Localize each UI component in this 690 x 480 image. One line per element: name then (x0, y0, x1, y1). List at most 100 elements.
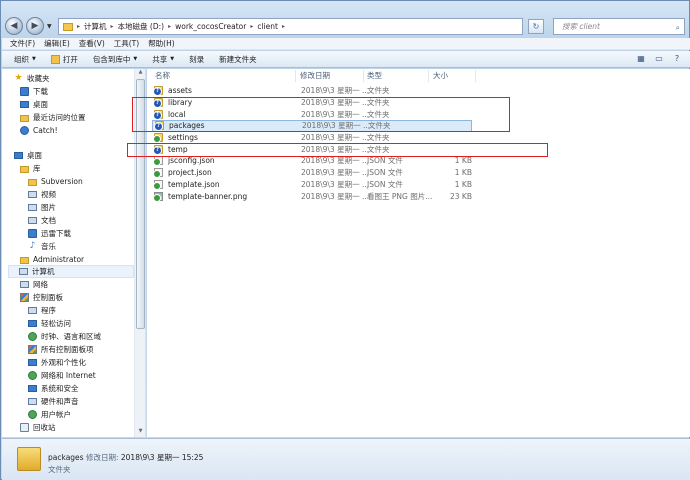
column-name[interactable]: 名称 (155, 69, 170, 82)
nav-recent[interactable]: 最近访问的位置 (20, 111, 145, 124)
breadcrumb-project[interactable]: work_cocosCreator (175, 22, 246, 31)
search-icon[interactable]: ⌕ (676, 20, 680, 35)
thunder-download-icon (28, 229, 37, 238)
view-options-icon[interactable]: ▦ (634, 53, 648, 65)
breadcrumb-computer[interactable]: 计算机 (84, 21, 107, 32)
file-date: 2018\9\3 星期一 ... (301, 133, 370, 143)
column-divider[interactable] (428, 70, 429, 82)
menu-edit[interactable]: 编辑(E) (44, 38, 70, 49)
nav-label: Catch! (33, 126, 58, 135)
menu-tools[interactable]: 工具(T) (114, 38, 139, 49)
open-label: 打开 (62, 54, 78, 64)
nav-desktop-fav[interactable]: 桌面 (20, 98, 145, 111)
nav-label: 最近访问的位置 (33, 113, 86, 122)
user-icon (28, 410, 37, 419)
history-dropdown-icon[interactable]: ▼ (47, 23, 55, 31)
forward-button[interactable]: ▶ (26, 17, 44, 35)
column-size[interactable]: 大小 (433, 69, 448, 82)
include-library-label: 包含到库中 (92, 54, 131, 64)
include-library-button[interactable]: 包含到库中 ▼ (93, 54, 137, 65)
nav-label: 时钟、语言和区域 (41, 332, 101, 341)
search-input[interactable]: 搜索 client ⌕ (553, 18, 685, 35)
chevron-right-icon: ▸ (281, 23, 285, 30)
breadcrumb-client[interactable]: client (257, 22, 278, 31)
menu-view[interactable]: 查看(V) (79, 38, 105, 49)
nav-hardware-sound[interactable]: 硬件和声音 (28, 395, 145, 408)
library-icon (20, 165, 29, 173)
back-button[interactable]: ◀ (5, 17, 23, 35)
folder-open-icon (50, 54, 60, 64)
file-size: 1 KB (454, 156, 472, 166)
nav-network[interactable]: 网络 (20, 278, 145, 291)
column-type[interactable]: 类型 (367, 69, 382, 82)
nav-label: 程序 (41, 306, 56, 315)
scroll-down-icon[interactable]: ▼ (135, 428, 145, 437)
column-divider[interactable] (475, 70, 476, 82)
nav-libraries[interactable]: 库 (20, 162, 145, 175)
nav-appearance[interactable]: 外观和个性化 (28, 356, 145, 369)
navigation-pane: ★ 收藏夹 下载 桌面 最近访问的位置 Catch! 桌面 库 Subversio… (2, 69, 146, 437)
nav-label: 图片 (41, 203, 56, 212)
column-divider[interactable] (295, 70, 296, 82)
nav-programs[interactable]: 程序 (28, 304, 145, 317)
nav-label: 网络和 Internet (41, 371, 96, 380)
nav-music[interactable]: ♪ 音乐 (28, 240, 145, 253)
refresh-button[interactable]: ↻ (528, 19, 544, 34)
nav-desktop[interactable]: 桌面 (14, 149, 145, 162)
file-type: JSON 文件 (367, 156, 403, 166)
breadcrumb-drive[interactable]: 本地磁盘 (D:) (118, 21, 165, 32)
nav-label: 收藏夹 (27, 74, 50, 83)
address-bar[interactable]: ▸ 计算机 ▸ 本地磁盘 (D:) ▸ work_cocosCreator ▸ … (58, 18, 523, 35)
nav-documents[interactable]: 文档 (28, 214, 145, 227)
address-row: ◀ ▶ ▼ ▸ 计算机 ▸ 本地磁盘 (D:) ▸ work_cocosCrea… (5, 15, 687, 37)
caret-down-icon: ▼ (170, 56, 175, 62)
open-button[interactable]: 打开 (50, 54, 78, 65)
desktop-icon (20, 101, 29, 108)
nav-system-security[interactable]: 系统和安全 (28, 382, 145, 395)
nav-downloads[interactable]: 下载 (20, 85, 145, 98)
file-row[interactable]: project.json 2018\9\3 星期一 ... JSON 文件 1 KB (152, 167, 472, 179)
menu-help[interactable]: 帮助(H) (148, 38, 175, 49)
file-row[interactable]: template.json 2018\9\3 星期一 ... JSON 文件 1 KB (152, 179, 472, 191)
nav-label: 外观和个性化 (41, 358, 86, 367)
menu-file[interactable]: 文件(F) (10, 38, 35, 49)
nav-computer[interactable]: 计算机 (8, 265, 134, 278)
share-button[interactable]: 共享 ▼ (152, 54, 174, 65)
file-date: 2018\9\3 星期一 ... (301, 168, 370, 178)
file-list-pane: 名称 修改日期 类型 大小 assets2018\9\3 星期一 ...文件夹l… (127, 69, 690, 437)
file-row[interactable]: assets 2018\9\3 星期一 ...文件夹 (152, 85, 472, 97)
preview-pane-icon[interactable]: ▭ (652, 53, 666, 65)
nav-clock-region[interactable]: 时钟、语言和区域 (28, 330, 145, 343)
nav-pictures[interactable]: 图片 (28, 201, 145, 214)
scroll-up-icon[interactable]: ▲ (135, 69, 145, 78)
column-date[interactable]: 修改日期 (300, 69, 330, 82)
nav-label: 文档 (41, 216, 56, 225)
nav-label: 所有控制面板项 (41, 345, 94, 354)
shield-icon (28, 385, 37, 392)
nav-control-panel[interactable]: 控制面板 (20, 291, 145, 304)
nav-network-internet[interactable]: 网络和 Internet (28, 369, 145, 382)
details-pane: packages 修改日期: 2018\9\3 星期一 15:25 文件夹 (2, 438, 690, 480)
column-divider[interactable] (363, 70, 364, 82)
burn-button[interactable]: 刻录 (189, 54, 204, 65)
nav-recycle-bin[interactable]: 回收站 (20, 421, 145, 434)
nav-all-control-panel[interactable]: 所有控制面板项 (28, 343, 145, 356)
chevron-right-icon: ▸ (77, 23, 81, 30)
organize-button[interactable]: 组织 ▼ (14, 54, 36, 65)
nav-ease-of-access[interactable]: 轻松访问 (28, 317, 145, 330)
nav-videos[interactable]: 视频 (28, 188, 145, 201)
nav-favorites[interactable]: ★ 收藏夹 (14, 72, 145, 85)
nav-label: 桌面 (33, 100, 48, 109)
download-folder-icon (20, 87, 29, 96)
help-icon[interactable]: ? (670, 53, 684, 65)
nav-catch[interactable]: Catch! (20, 124, 145, 137)
nav-subversion[interactable]: Subversion (28, 175, 145, 188)
file-row[interactable]: settings 2018\9\3 星期一 ... 文件夹 (152, 132, 472, 144)
file-name-cell: jsconfig.json (153, 156, 215, 167)
nav-user-accounts[interactable]: 用户帐户 (28, 408, 145, 421)
file-name-cell: template-banner.png (153, 191, 247, 202)
nav-thunder[interactable]: 迅雷下载 (28, 227, 145, 240)
new-folder-button[interactable]: 新建文件夹 (219, 54, 257, 65)
nav-label: 计算机 (32, 267, 55, 276)
file-row[interactable]: template-banner.png 2018\9\3 星期一 ... 看图王 P… (152, 190, 472, 202)
